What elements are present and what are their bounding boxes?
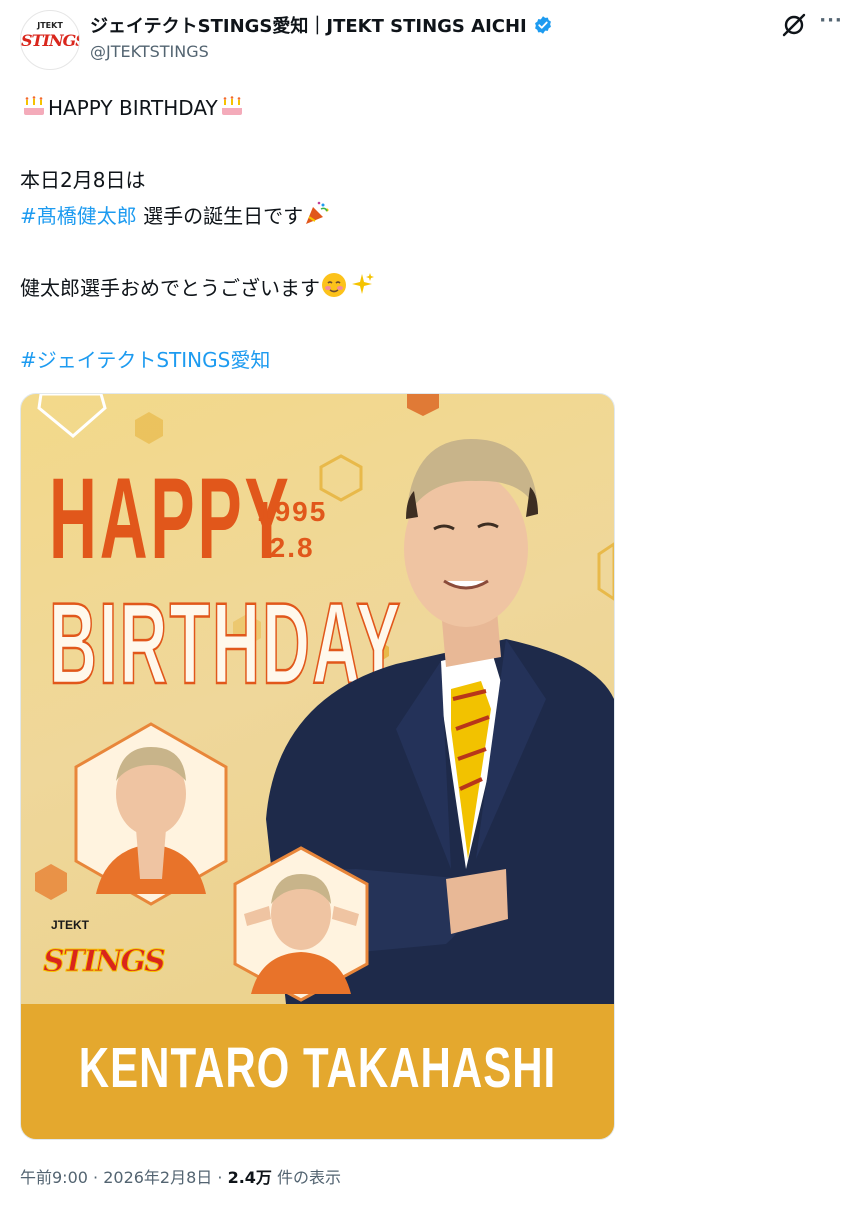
view-count: 2.4万 [227, 1168, 272, 1187]
cake-emoji [24, 96, 44, 115]
grok-icon[interactable] [781, 12, 807, 38]
tweet-time[interactable]: 午前9:00 [20, 1168, 88, 1187]
hex-photo-praying [74, 722, 228, 906]
smiling-face-emoji [322, 273, 346, 297]
verified-badge-icon [534, 16, 551, 34]
tweet-header: JTEKT STINGS ジェイテクトSTINGS愛知｜JTEKT STINGS… [20, 10, 845, 70]
sparkles-emoji [352, 273, 374, 294]
more-icon[interactable]: ··· [817, 10, 845, 38]
view-label: 件の表示 [271, 1168, 342, 1187]
handle[interactable]: @JTEKTSTINGS [90, 42, 553, 61]
tweet-line-4: 健太郎選手おめでとうございます [20, 270, 820, 306]
player-name: KENTARO TAKAHASHI [78, 1035, 557, 1100]
logo-stings-text: STINGS [43, 944, 167, 980]
tweet-line-3-text: 選手の誕生日です [136, 204, 304, 228]
team-logo: JTEKT STINGS [43, 918, 167, 988]
display-name[interactable]: ジェイテクトSTINGS愛知｜JTEKT STINGS AICHI [90, 12, 527, 38]
meta-separator: · [87, 1168, 104, 1187]
tweet-meta: 午前9:00 · 2026年2月8日 · 2.4万 件の表示 [20, 1164, 341, 1188]
name-band: KENTARO TAKAHASHI [21, 1004, 614, 1139]
tweet-line-2: 本日2月8日は [20, 168, 146, 192]
avatar-stings-text: STINGS [21, 31, 80, 50]
hashtag-link[interactable]: #ジェイテクトSTINGS愛知 [20, 348, 270, 372]
tweet-image[interactable]: HAPPY BIRTHDAY 1995 2.8 JTEKT STINGS KEN… [20, 393, 615, 1140]
tweet-line-3: #髙橋健太郎 選手の誕生日です [20, 198, 820, 234]
avatar-jtekt-text: JTEKT [37, 21, 63, 30]
display-name-row[interactable]: ジェイテクトSTINGS愛知｜JTEKT STINGS AICHI [90, 12, 553, 38]
logo-jtekt-text: JTEKT [51, 918, 90, 932]
tweet-birthday-text: HAPPY BIRTHDAY [48, 96, 218, 120]
tweet-line-1: HAPPY BIRTHDAY [20, 90, 820, 126]
avatar[interactable]: JTEKT STINGS [20, 10, 80, 70]
hex-photo-peace [233, 846, 369, 1002]
tweet-congrats-text: 健太郎選手おめでとうございます [20, 276, 320, 300]
tweet-line-5: #ジェイテクトSTINGS愛知 [20, 342, 820, 378]
tweet-text: HAPPY BIRTHDAY 本日2月8日は #髙橋健太郎 選手の誕生日です 健… [20, 90, 820, 378]
tweet-date[interactable]: 2026年2月8日 [103, 1168, 212, 1187]
hashtag-link[interactable]: #髙橋健太郎 [20, 204, 137, 228]
meta-separator: · [212, 1168, 228, 1187]
party-popper-emoji [306, 201, 329, 224]
cake-emoji [221, 96, 242, 115]
account-names: ジェイテクトSTINGS愛知｜JTEKT STINGS AICHI @JTEKT… [90, 12, 553, 61]
